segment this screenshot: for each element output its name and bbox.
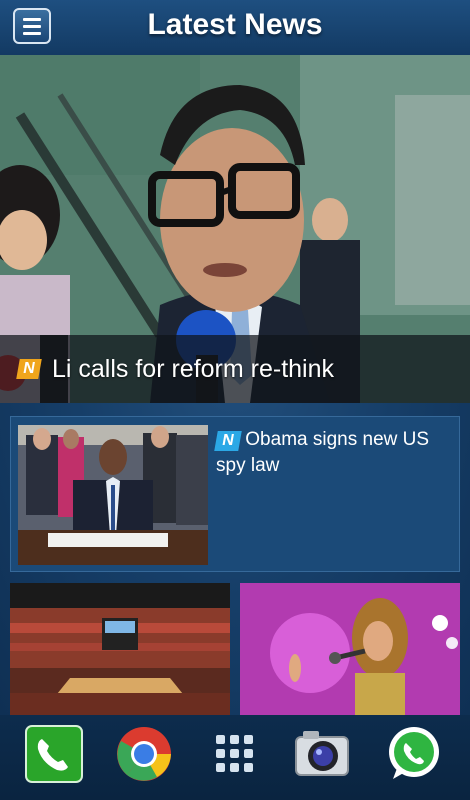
page-title: Latest News — [147, 8, 323, 41]
hero-caption[interactable]: N Li calls for reform re-think — [0, 335, 470, 403]
app-dock — [0, 715, 470, 800]
hero-story[interactable]: N Li calls for reform re-think — [0, 55, 470, 403]
story-card[interactable]: N Obama signs new US spy law — [10, 416, 460, 572]
hero-headline[interactable]: Li calls for reform re-think — [52, 355, 334, 384]
story-thumbnail — [18, 425, 208, 565]
camera-icon[interactable] — [293, 725, 351, 783]
news-badge-icon: N — [16, 359, 42, 379]
news-feed[interactable]: N Li calls for reform re-think N Obama s… — [0, 55, 470, 715]
whatsapp-icon[interactable] — [385, 725, 443, 783]
phone-icon[interactable] — [25, 725, 83, 783]
story-headline[interactable]: Obama signs new US spy law — [216, 429, 429, 476]
basketball-arena-photo[interactable] — [10, 583, 230, 715]
chrome-icon[interactable] — [115, 725, 173, 783]
story-title[interactable]: N Obama signs new US spy law — [214, 427, 446, 479]
singer-on-stage-photo[interactable] — [240, 583, 460, 715]
story-text[interactable]: N Obama signs new US spy law — [214, 427, 446, 479]
app-drawer-icon[interactable] — [206, 725, 264, 783]
app-header: Latest News — [0, 0, 470, 56]
news-badge-icon: N — [214, 431, 242, 451]
